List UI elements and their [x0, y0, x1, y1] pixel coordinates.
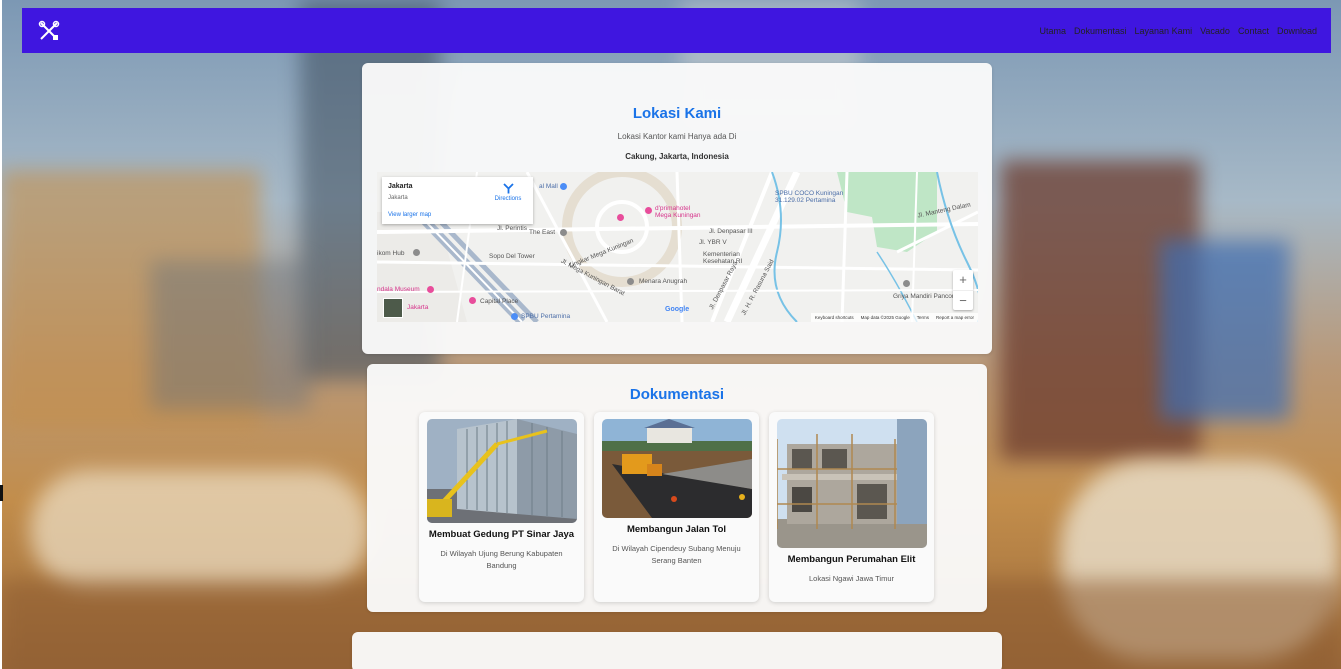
page-edge [0, 0, 2, 669]
google-logo: Google [665, 306, 690, 313]
location-address: Cakung, Jakarta, Indonesia [625, 152, 729, 161]
map-info-box: Jakarta Jakarta View larger map Directio… [382, 177, 533, 224]
capital-pin-icon [469, 297, 476, 304]
zoom-out-button[interactable]: − [953, 291, 973, 311]
doc-title: Membangun Perumahan Elit [787, 554, 916, 565]
nav-link-utama[interactable]: Utama [1039, 26, 1066, 36]
tools-icon[interactable] [37, 19, 61, 43]
hotel-pin-icon [617, 214, 624, 221]
doc-title: Membuat Gedung PT Sinar Jaya [428, 529, 575, 540]
map-label: 31.129.02 Pertamina [775, 197, 836, 204]
doc-description: Di Wilayah Ujung Berung Kabupaten Bandun… [440, 549, 563, 570]
doc-card[interactable]: Membangun Jalan Tol Di Wilayah Cipendeuy… [594, 412, 759, 602]
building-pin-icon [560, 229, 567, 236]
report-map-error-link[interactable]: Report a map error [936, 315, 974, 320]
documentation-section: Dokumentasi Membuat Gedung PT Sinar Jaya [367, 364, 987, 612]
nav-link-dokumentasi[interactable]: Dokumentasi [1074, 26, 1127, 36]
map-label: Jl. YBR V [699, 239, 727, 246]
map-zoom-controls: + − [953, 270, 973, 310]
nav-links: Utama Dokumentasi Layanan Kami Vacado Co… [1039, 26, 1317, 36]
keyboard-shortcuts-link[interactable]: Keyboard shortcuts [815, 315, 854, 320]
google-map[interactable]: SPBU COCO Kuningan 31.129.02 Pertamina d… [377, 172, 978, 322]
doc-description: Di Wilayah Cipendeuy Subang Menuju Seran… [612, 544, 741, 565]
doc-image-housing [777, 419, 927, 548]
map-label: Mega Kuningan [655, 212, 701, 219]
nav-link-download[interactable]: Download [1277, 26, 1317, 36]
doc-title: Membangun Jalan Tol [626, 524, 727, 535]
map-label: Jakarta [407, 304, 429, 311]
location-title: Lokasi Kami [632, 105, 722, 122]
nav-link-contact[interactable]: Contact [1238, 26, 1269, 36]
terms-link[interactable]: Terms [917, 315, 929, 320]
map-label: Jl. Perintis [497, 225, 527, 232]
doc-description: Lokasi Ngawi Jawa Timur [808, 574, 895, 583]
hotel-pin-icon [645, 207, 652, 214]
fuel-pin-icon [511, 313, 518, 320]
map-label: d'primahotel [655, 205, 691, 212]
map-label: Menara Anugrah [639, 278, 688, 285]
location-section: Lokasi Kami Lokasi Kantor kami Hanya ada… [362, 63, 992, 354]
documentation-title: Dokumentasi [629, 386, 725, 403]
nav-link-layanan[interactable]: Layanan Kami [1135, 26, 1193, 36]
map-label: Griya Mandiri Pancoran [893, 293, 962, 300]
museum-pin-icon [427, 286, 434, 293]
map-label: Capital Place [480, 298, 519, 305]
doc-card[interactable]: Membuat Gedung PT Sinar Jaya Di Wilayah … [419, 412, 584, 602]
map-place-title: Jakarta [388, 183, 413, 190]
view-larger-map-link[interactable]: View larger map [388, 212, 431, 218]
mall-pin-icon [560, 183, 567, 190]
directions-icon [502, 183, 514, 194]
directions-button[interactable]: Directions [493, 183, 523, 202]
map-label: ndala Museum [377, 286, 420, 293]
location-text: Lokasi Kantor kami Hanya ada Di [617, 132, 737, 141]
map-label: SPBU Pertamina [521, 313, 571, 320]
map-place-subtitle: Jakarta [388, 195, 408, 201]
nav-link-vacado[interactable]: Vacado [1200, 26, 1230, 36]
doc-image-building [427, 419, 577, 523]
building-pin-icon [413, 249, 420, 256]
map-label: Kementerian [703, 251, 740, 258]
map-label: SPBU COCO Kuningan [775, 190, 844, 197]
navbar: Utama Dokumentasi Layanan Kami Vacado Co… [22, 8, 1331, 53]
next-section [352, 632, 1002, 669]
map-label: The East [529, 229, 556, 236]
map-data-text: Map data ©2025 Google [860, 315, 910, 320]
map-footer: Keyboard shortcuts Map data ©2025 Google… [810, 313, 978, 322]
building-pin-icon [627, 278, 634, 285]
building-pin-icon [903, 280, 910, 287]
map-label: Jl. Denpasar III [709, 228, 753, 235]
map-label: ikom Hub [377, 250, 405, 257]
doc-card[interactable]: Membangun Perumahan Elit Lokasi Ngawi Ja… [769, 412, 934, 602]
map-label: Sopo Del Tower [489, 253, 535, 260]
doc-image-toll-road [602, 419, 752, 518]
page-edge-mark [0, 485, 3, 501]
directions-label: Directions [494, 196, 522, 202]
map-layer-thumbnail[interactable] [383, 298, 403, 318]
map-label: al Mall [539, 183, 558, 190]
zoom-in-button[interactable]: + [953, 270, 973, 291]
